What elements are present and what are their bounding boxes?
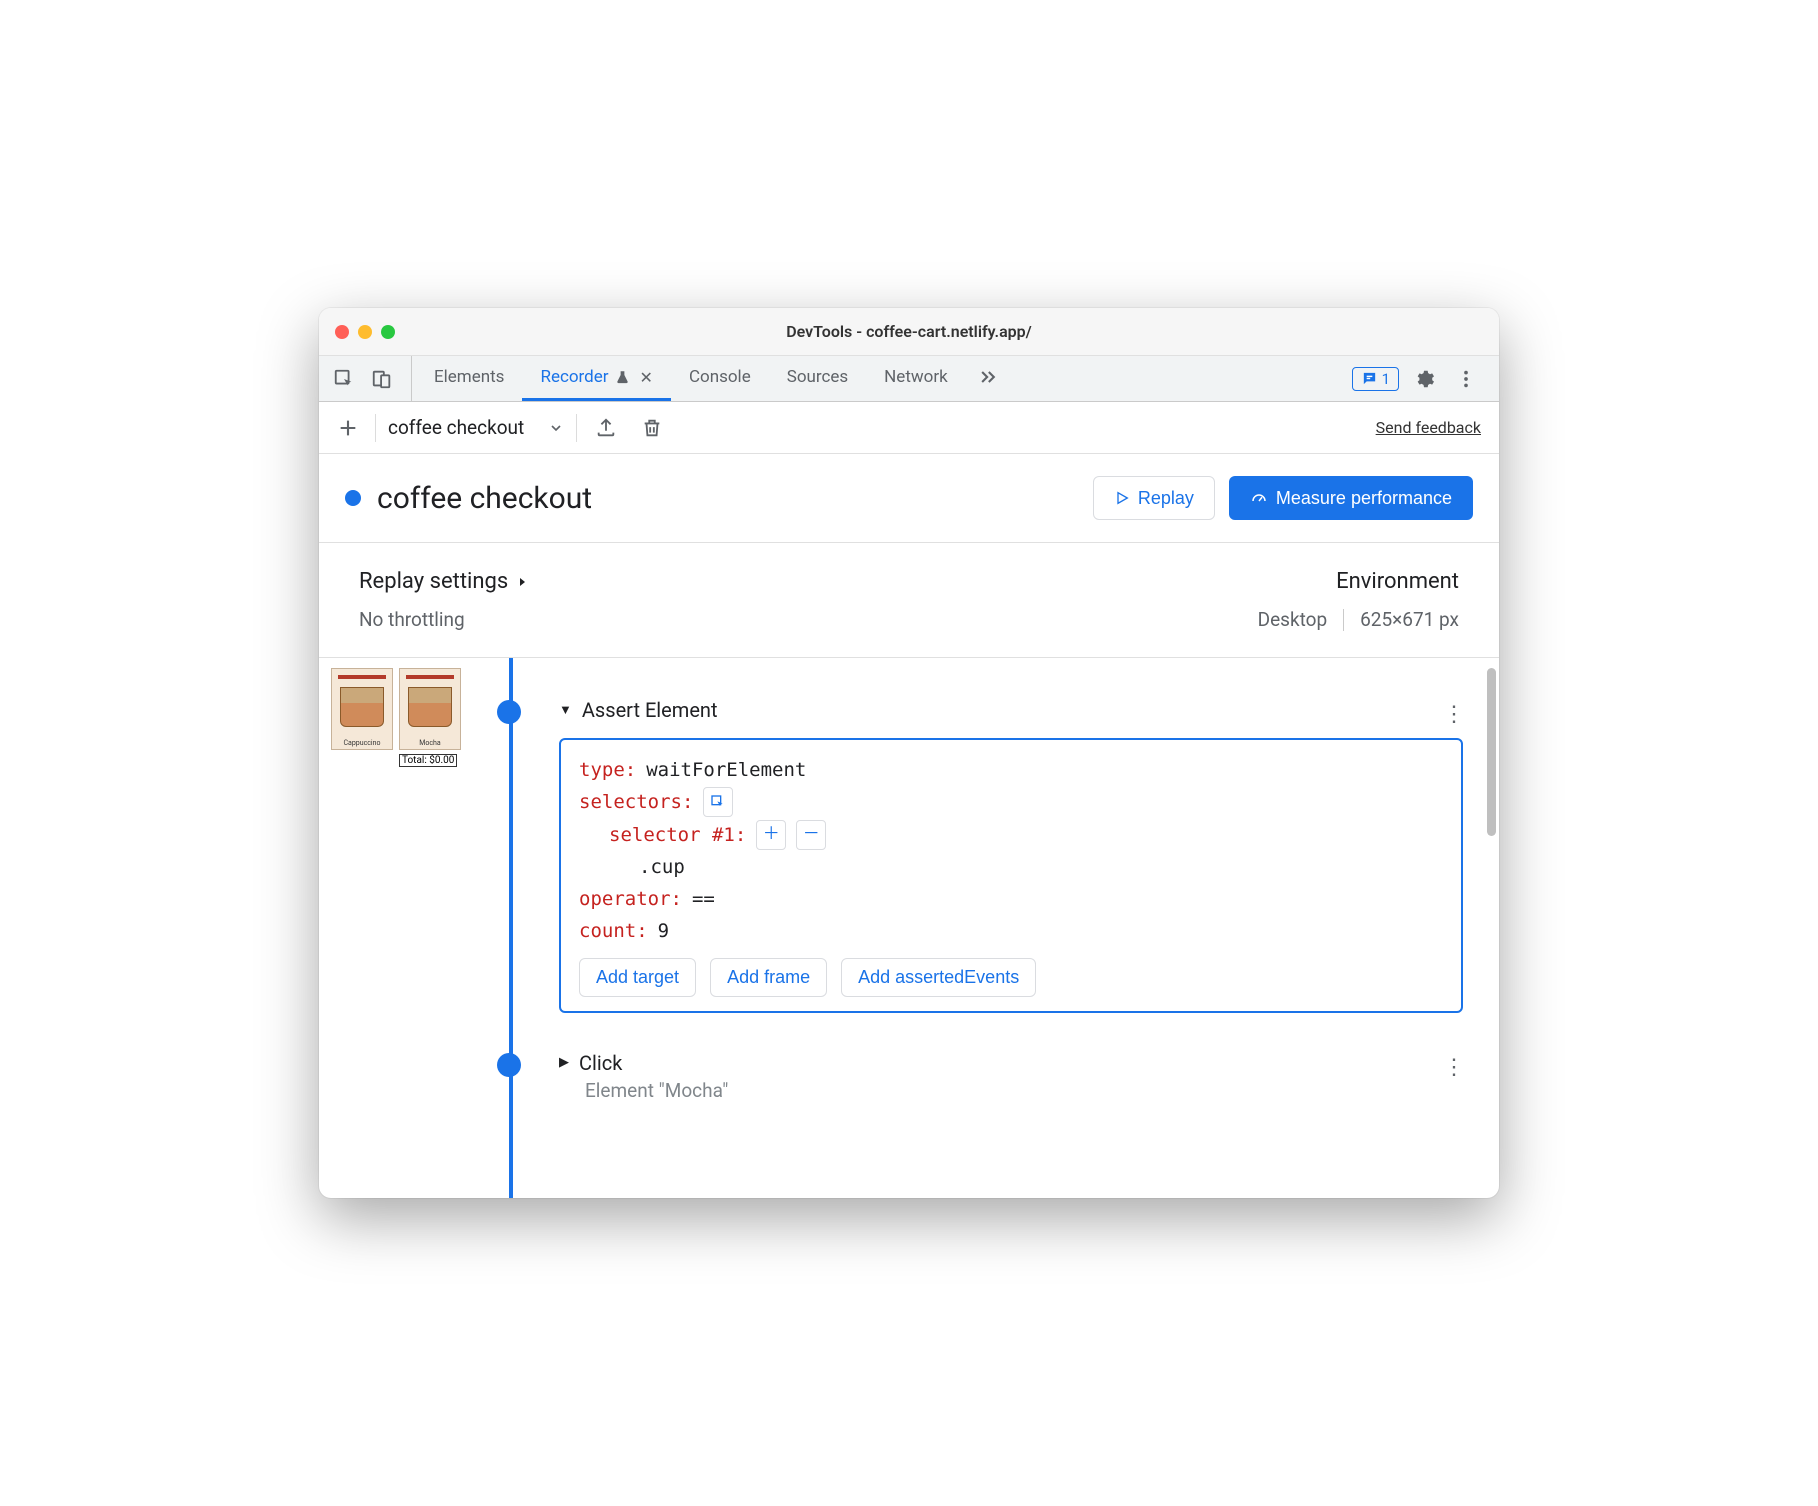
- prop-value[interactable]: waitForElement: [646, 754, 806, 786]
- chevron-right-icon: ▶: [559, 1055, 569, 1070]
- divider: [1343, 609, 1344, 631]
- prop-key: type: [579, 759, 625, 781]
- flask-icon: [615, 370, 630, 385]
- device-toolbar-icon[interactable]: [365, 362, 399, 396]
- timeline-rail: [509, 658, 513, 1198]
- tab-label: Network: [884, 367, 948, 387]
- step-kebab-menu[interactable]: ⋮: [1439, 698, 1469, 731]
- more-tabs-icon[interactable]: [966, 356, 1010, 401]
- divider: [576, 414, 577, 442]
- screenshot-thumbnails: Cappuccino Mocha Total: $0.00: [319, 658, 479, 1198]
- new-recording-button[interactable]: [333, 411, 363, 445]
- issues-badge[interactable]: 1: [1352, 367, 1399, 391]
- kebab-menu-icon[interactable]: [1449, 362, 1483, 396]
- screenshot-thumb[interactable]: Cappuccino: [331, 668, 393, 750]
- steps-column: ▼ Assert Element ⋮ type: waitForElement …: [479, 658, 1499, 1198]
- replay-settings-toggle[interactable]: Replay settings: [359, 569, 1258, 594]
- step-kebab-menu[interactable]: ⋮: [1439, 1051, 1469, 1084]
- total-label: Total: $0.00: [399, 754, 457, 767]
- step-click: ▶ Click Element "Mocha" ⋮: [559, 1051, 1463, 1102]
- close-tab-icon[interactable]: ✕: [640, 368, 653, 387]
- prop-key: operator: [579, 888, 671, 910]
- selector-value[interactable]: .cup: [639, 851, 685, 883]
- play-icon: [1114, 490, 1130, 506]
- recording-status-dot: [345, 490, 361, 506]
- recording-select[interactable]: coffee checkout: [388, 416, 564, 439]
- remove-selector-icon[interactable]: －: [796, 820, 826, 850]
- step-subtitle: Element "Mocha": [585, 1079, 1463, 1102]
- tab-elements[interactable]: Elements: [416, 356, 522, 401]
- issues-icon: [1361, 370, 1378, 387]
- export-icon[interactable]: [589, 411, 623, 445]
- inspect-element-icon[interactable]: [327, 362, 361, 396]
- prop-key: selector #1: [609, 824, 735, 846]
- screenshot-thumb[interactable]: Mocha: [399, 668, 461, 750]
- replay-settings-row: Replay settings No throttling Environmen…: [319, 543, 1499, 658]
- recording-header: coffee checkout Replay Measure performan…: [319, 454, 1499, 543]
- window-title: DevTools - coffee-cart.netlify.app/: [319, 322, 1499, 341]
- step-assert-element: ▼ Assert Element ⋮ type: waitForElement …: [559, 698, 1463, 1013]
- tab-label: Recorder: [540, 367, 608, 387]
- measure-performance-button[interactable]: Measure performance: [1229, 476, 1473, 520]
- recording-name: coffee checkout: [388, 416, 524, 439]
- gauge-icon: [1250, 489, 1268, 507]
- pick-selector-icon[interactable]: [703, 787, 733, 817]
- tab-recorder[interactable]: Recorder ✕: [522, 356, 670, 401]
- button-label: Replay: [1138, 488, 1194, 509]
- replay-button[interactable]: Replay: [1093, 476, 1215, 520]
- recording-title: coffee checkout: [377, 481, 592, 516]
- settings-gear-icon[interactable]: [1407, 362, 1441, 396]
- environment-dimensions: 625×671 px: [1360, 608, 1459, 631]
- tab-label: Elements: [434, 367, 504, 387]
- button-label: Measure performance: [1276, 488, 1452, 509]
- add-asserted-events-button[interactable]: Add assertedEvents: [841, 958, 1036, 997]
- add-selector-icon[interactable]: ＋: [756, 820, 786, 850]
- replay-settings-label: Replay settings: [359, 569, 508, 594]
- step-title: Click: [579, 1051, 622, 1075]
- recorder-toolbar: coffee checkout Send feedback: [319, 402, 1499, 454]
- chevron-right-icon: [516, 576, 528, 588]
- send-feedback-link[interactable]: Send feedback: [1376, 418, 1485, 437]
- delete-icon[interactable]: [635, 411, 669, 445]
- devtools-tabbar: Elements Recorder ✕ Console Sources Netw…: [319, 356, 1499, 402]
- timeline-area: Cappuccino Mocha Total: $0.00 ▼ Assert E…: [319, 658, 1499, 1198]
- step-header[interactable]: ▼ Assert Element: [559, 698, 1463, 722]
- chevron-down-icon: ▼: [559, 702, 572, 718]
- prop-value[interactable]: 9: [658, 915, 669, 947]
- throttling-value: No throttling: [359, 608, 1258, 631]
- prop-key: selectors: [579, 791, 682, 813]
- tab-label: Sources: [787, 367, 848, 387]
- tab-label: Console: [689, 367, 751, 387]
- step-title: Assert Element: [582, 698, 718, 722]
- add-frame-button[interactable]: Add frame: [710, 958, 827, 997]
- divider: [375, 414, 376, 442]
- prop-key: count: [579, 920, 636, 942]
- step-dot: [497, 700, 521, 724]
- step-dot: [497, 1053, 521, 1077]
- scrollbar-thumb[interactable]: [1487, 668, 1496, 836]
- chevron-down-icon: [548, 420, 564, 436]
- tab-sources[interactable]: Sources: [769, 356, 866, 401]
- tab-console[interactable]: Console: [671, 356, 769, 401]
- add-target-button[interactable]: Add target: [579, 958, 696, 997]
- environment-label: Environment: [1258, 569, 1459, 594]
- devtools-window: DevTools - coffee-cart.netlify.app/ Elem…: [319, 308, 1499, 1198]
- prop-value[interactable]: ==: [692, 883, 715, 915]
- tab-network[interactable]: Network: [866, 356, 966, 401]
- step-details-card: type: waitForElement selectors: selector…: [559, 738, 1463, 1013]
- environment-device: Desktop: [1258, 608, 1328, 631]
- step-header[interactable]: ▶ Click: [559, 1051, 1463, 1075]
- titlebar: DevTools - coffee-cart.netlify.app/: [319, 308, 1499, 356]
- issues-count: 1: [1382, 370, 1390, 388]
